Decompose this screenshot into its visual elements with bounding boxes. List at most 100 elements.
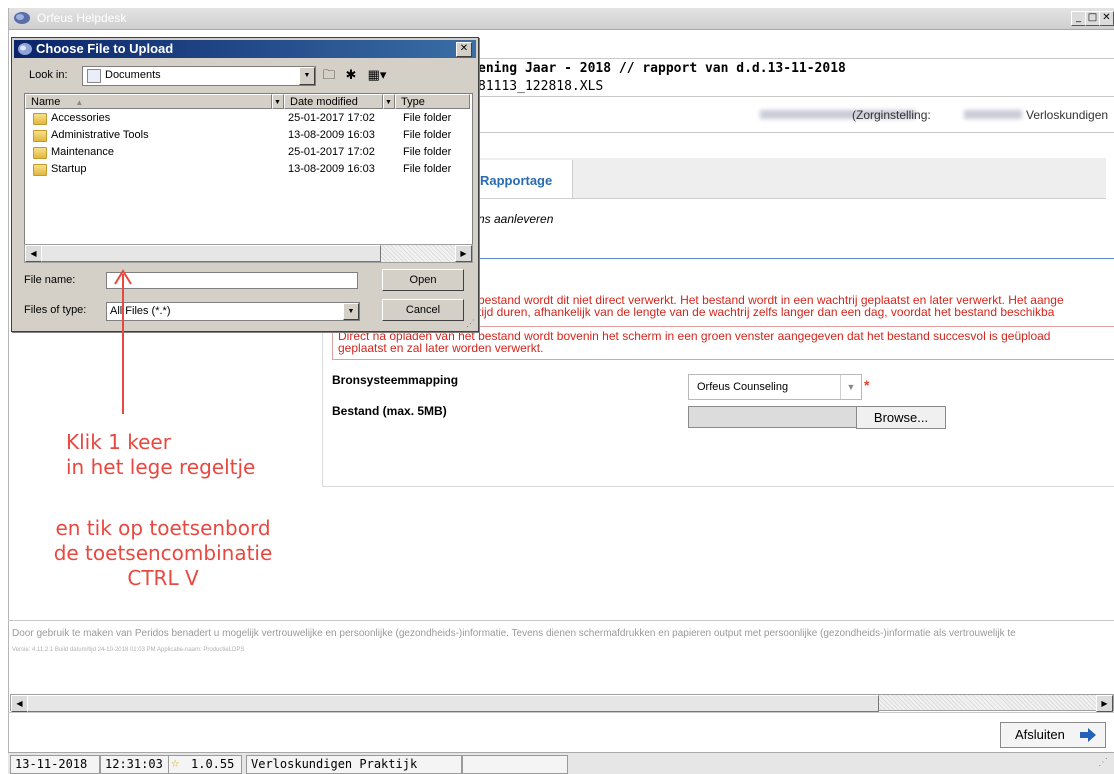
org-suffix: Verloskundigen	[1026, 108, 1109, 122]
annotation-arrow	[114, 269, 132, 414]
scroll-right-arrow-icon[interactable]: ▶	[1096, 695, 1113, 712]
file-date: 25-01-2017 17:02	[288, 112, 375, 124]
column-dropdown-icon[interactable]: ▼	[272, 94, 284, 109]
chevron-down-icon[interactable]: ▼	[299, 67, 315, 85]
scroll-left-arrow-icon[interactable]: ◀	[11, 695, 28, 712]
org-prefix: (Zorginstelling:	[852, 108, 931, 122]
window-titlebar[interactable]: Orfeus Helpdesk _ □ ✕	[9, 8, 1114, 30]
file-name: Maintenance	[51, 146, 114, 158]
app-logo-icon	[14, 12, 30, 24]
folder-icon	[33, 147, 47, 159]
star-icon: ☆	[171, 755, 180, 771]
file-row[interactable]: Accessories 25-01-2017 17:02 File folder	[25, 110, 470, 127]
resize-grip-icon[interactable]: ⋰	[466, 318, 475, 329]
file-type: File folder	[403, 163, 452, 175]
close-icon[interactable]: ✕	[456, 42, 472, 57]
folder-icon	[33, 164, 47, 176]
folder-icon	[33, 113, 47, 125]
status-version-panel: ☆ 1.0.55	[168, 755, 242, 774]
folder-icon	[33, 130, 47, 142]
scrollbar-thumb[interactable]	[41, 245, 381, 262]
status-bar: 13-11-2018 12:31:03 ☆ 1.0.55 Verloskundi…	[8, 752, 1114, 774]
column-dropdown-icon[interactable]: ▼	[383, 94, 395, 109]
scroll-left-arrow-icon[interactable]: ◀	[25, 245, 42, 262]
file-type: File folder	[403, 112, 452, 124]
browse-button[interactable]: Browse...	[856, 406, 946, 429]
file-list[interactable]: Name ▲ ▼ Date modified ▼ Type Accessorie…	[24, 93, 473, 261]
column-header-name[interactable]: Name ▲	[25, 94, 272, 109]
header-divider	[468, 96, 1114, 97]
file-row[interactable]: Maintenance 25-01-2017 17:02 File folder	[25, 144, 470, 161]
file-upload-dialog: Choose File to Upload ✕ Look in: Documen…	[11, 37, 479, 332]
file-path-field[interactable]	[688, 406, 858, 428]
file-date: 25-01-2017 17:02	[288, 146, 375, 158]
status-version: 1.0.55	[191, 757, 235, 771]
annotation-line: Klik 1 keer	[66, 430, 171, 454]
redacted-org	[964, 110, 1022, 119]
dialog-title: Choose File to Upload	[36, 41, 174, 56]
file-type: File folder	[403, 129, 452, 141]
dialog-titlebar[interactable]: Choose File to Upload ✕	[14, 40, 476, 58]
documents-folder-icon	[87, 69, 101, 83]
header-divider	[468, 58, 1114, 59]
window-title: Orfeus Helpdesk	[37, 11, 127, 25]
open-button[interactable]: Open	[382, 269, 464, 291]
column-header-date[interactable]: Date modified	[284, 94, 383, 109]
chevron-down-icon[interactable]: ▼	[343, 303, 359, 320]
close-window-button[interactable]: ✕	[1099, 11, 1114, 26]
file-label: Bestand (max. 5MB)	[332, 404, 447, 418]
app-logo-icon	[18, 43, 32, 55]
cancel-button[interactable]: Cancel	[382, 299, 464, 321]
file-name-label: File name:	[24, 274, 76, 286]
report-file-name: 81113_122818.XLS	[478, 79, 604, 94]
upload-intro: ns aanleveren	[478, 212, 554, 226]
file-name-input[interactable]	[106, 272, 358, 289]
annotation-line: in het lege regeltje	[66, 455, 256, 479]
files-of-type-label: Files of type:	[24, 304, 87, 316]
up-folder-icon[interactable]: 🗀	[320, 66, 338, 84]
status-practice: Verloskundigen Praktijk	[246, 755, 462, 774]
footer-divider	[8, 712, 1114, 713]
afsluiten-button[interactable]: Afsluiten	[1000, 722, 1106, 748]
new-folder-icon[interactable]: ✱	[342, 66, 360, 84]
warning-line: tijd duren, afhankelijk van de lengte va…	[478, 305, 1055, 319]
status-date: 13-11-2018	[10, 755, 100, 774]
sort-up-icon: ▲	[75, 98, 84, 107]
annotation-line: de toetsencombinatie	[53, 541, 273, 565]
mapping-label: Bronsysteemmapping	[332, 373, 459, 387]
main-horizontal-scrollbar[interactable]: ◀ ▶	[10, 694, 1114, 712]
scroll-right-arrow-icon[interactable]: ▶	[455, 245, 472, 262]
maximize-button[interactable]: □	[1085, 11, 1100, 26]
file-type: File folder	[403, 146, 452, 158]
file-date: 13-08-2009 16:03	[288, 129, 375, 141]
annotation-line: en tik op toetsenbord	[55, 516, 271, 540]
section-divider	[462, 258, 1114, 259]
tab-rapportage-label: Rapportage	[480, 173, 553, 188]
file-date: 13-08-2009 16:03	[288, 163, 375, 175]
file-row[interactable]: Startup 13-08-2009 16:03 File folder	[25, 161, 470, 178]
file-row[interactable]: Administrative Tools 13-08-2009 16:03 Fi…	[25, 127, 470, 144]
view-menu-icon[interactable]: ▦▾	[364, 66, 390, 84]
chevron-down-icon[interactable]: ▼	[840, 375, 861, 399]
minimize-button[interactable]: _	[1071, 11, 1086, 26]
annotation-line: CTRL V	[127, 566, 199, 590]
mapping-select-value: Orfeus Counseling	[697, 381, 789, 393]
file-name: Startup	[51, 163, 87, 175]
file-list-scrollbar[interactable]: ◀ ▶	[24, 244, 473, 263]
resize-grip-icon[interactable]: ⋰	[1098, 757, 1108, 768]
column-name-label: Name	[31, 96, 61, 108]
file-name: Administrative Tools	[51, 129, 149, 141]
afsluiten-label: Afsluiten	[1015, 727, 1065, 742]
look-in-select[interactable]: Documents ▼	[82, 66, 316, 86]
required-marker: *	[864, 377, 870, 393]
scrollbar-thumb[interactable]	[27, 695, 879, 712]
footer-divider	[8, 620, 1114, 621]
status-time: 12:31:03	[100, 755, 170, 774]
privacy-note: Door gebruik te maken van Peridos benade…	[12, 628, 1016, 639]
mapping-select[interactable]: Orfeus Counseling ▼	[688, 374, 862, 400]
column-header-type[interactable]: Type	[395, 94, 470, 109]
version-note: Versie: 4.11.2.1 Build datum/tijd 24-10-…	[12, 647, 245, 653]
header-divider	[468, 132, 1114, 133]
files-of-type-select[interactable]: All Files (*.*) ▼	[106, 302, 360, 321]
look-in-value: Documents	[105, 69, 161, 81]
